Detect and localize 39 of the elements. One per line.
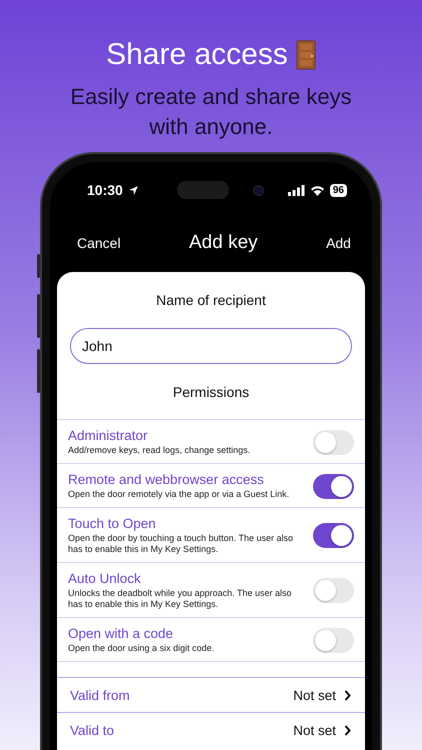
setting-label: Valid to [70,722,114,738]
camera-icon [252,184,264,196]
section-title: Permissions [172,383,250,402]
toggle-switch[interactable] [313,578,354,603]
screen-title: Add key [189,232,258,254]
permission-title: Remote and webbrowser access [68,472,265,488]
headline: Share access [106,37,288,73]
subtitle: Easily create and share keys with anyone. [69,83,353,141]
date-setting-row[interactable]: Valid to Not set [57,712,365,747]
permission-description: Open the door using a six digit code. [68,643,216,654]
permission-description: Unlocks the deadbolt while you approach. The user also has to enable this in My Key Settings. [68,588,292,610]
recipient-name-field[interactable]: John [70,328,352,364]
setting-value: Not set [293,722,336,738]
date-setting-row[interactable]: Valid from Not set [57,677,365,712]
permission-description: Open the door remotely via the app or via a Guest Link. [68,489,290,500]
signal-icon [288,184,305,196]
permission-title: Auto Unlock [68,571,142,587]
toggle-switch[interactable] [313,430,354,454]
battery-level: 96 [330,184,347,196]
door-icon [296,40,316,70]
field-label: Name of recipient [155,291,267,308]
chevron-right-icon [344,690,351,700]
permission-title: Administrator [68,428,149,444]
toggle-switch[interactable] [313,628,354,652]
cancel-button[interactable]: Cancel [77,235,121,251]
location-arrow-icon [128,184,139,196]
setting-label: Valid from [70,688,130,702]
permission-title: Touch to Open [68,516,157,532]
permission-description: Open the door by touching a touch button. The user also has to enable this in My Key Settings. [68,533,294,555]
chevron-right-icon [344,724,351,736]
toggle-switch[interactable] [313,474,354,498]
toggle-switch[interactable] [313,523,354,548]
dynamic-island [176,181,229,199]
wifi-icon [310,184,325,196]
setting-value: Not set [293,688,336,702]
permission-description: Add/remove keys, read logs, change settings. [68,445,252,456]
add-button[interactable]: Add [326,235,351,251]
permission-title: Open with a code [68,626,174,642]
status-time: 10:30 [87,182,123,198]
